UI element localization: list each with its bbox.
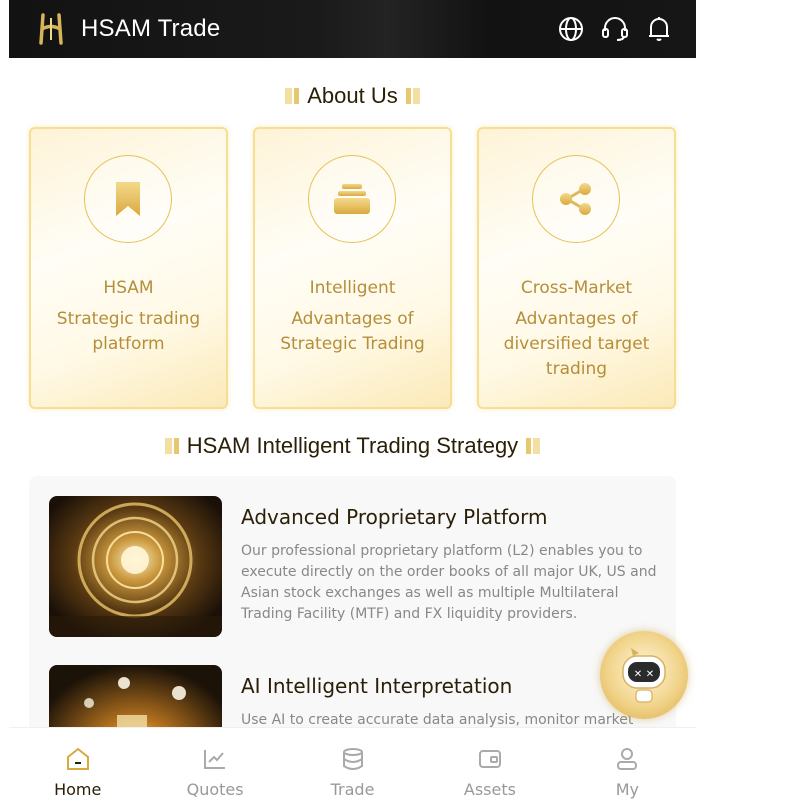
ai-image bbox=[49, 665, 222, 735]
nav-label: Trade bbox=[330, 780, 375, 799]
about-cards: HSAM Strategic trading platform Intellig… bbox=[29, 127, 676, 409]
nav-label: Home bbox=[54, 780, 102, 799]
about-card-cross-market[interactable]: Cross-Market Advantages of diversified t… bbox=[477, 127, 676, 409]
bookmark-icon bbox=[84, 155, 172, 243]
title-deco-left bbox=[285, 88, 300, 104]
home-icon bbox=[65, 746, 91, 772]
about-card-intelligent[interactable]: Intelligent Advantages of Strategic Trad… bbox=[253, 127, 452, 409]
nav-item-my[interactable]: My bbox=[559, 728, 696, 803]
strategy-item-desc: Our professional proprietary platform (L… bbox=[241, 543, 657, 622]
nav-item-home[interactable]: Home bbox=[9, 728, 146, 803]
globe-icon[interactable] bbox=[556, 14, 586, 44]
strategy-title: HSAM Intelligent Trading Strategy bbox=[9, 433, 696, 459]
nav-label: Assets bbox=[463, 780, 516, 799]
nav-item-assets[interactable]: Assets bbox=[421, 728, 558, 803]
logo-icon bbox=[31, 9, 71, 49]
nav-label: My bbox=[615, 780, 639, 799]
title-deco-right bbox=[526, 438, 541, 454]
headset-icon[interactable] bbox=[600, 14, 630, 44]
strategy-panel: Advanced Proprietary Platform Our profes… bbox=[29, 476, 676, 736]
about-card-title: Cross-Market bbox=[520, 278, 633, 298]
ai-assistant-robot-button[interactable]: ✕ ✕ bbox=[600, 631, 688, 719]
bottom-nav: Home Quotes Trade Assets My bbox=[9, 727, 696, 803]
about-card-desc: Advantages of diversified target trading bbox=[503, 309, 650, 379]
brand-title: HSAM Trade bbox=[81, 15, 221, 42]
share-icon bbox=[532, 155, 620, 243]
strategy-item[interactable]: Advanced Proprietary Platform Our profes… bbox=[49, 496, 664, 646]
svg-text:✕: ✕ bbox=[646, 669, 654, 680]
bell-icon[interactable] bbox=[644, 14, 674, 44]
chart-icon bbox=[202, 746, 228, 772]
strategy-item-title: Advanced Proprietary Platform bbox=[241, 505, 548, 529]
about-card-desc: Advantages of Strategic Trading bbox=[280, 309, 425, 354]
strategy-item-title: AI Intelligent Interpretation bbox=[241, 674, 513, 698]
wallet-icon bbox=[477, 746, 503, 772]
about-title: About Us bbox=[9, 83, 696, 109]
nav-label: Quotes bbox=[186, 780, 244, 799]
about-card-desc: Strategic trading platform bbox=[56, 309, 201, 354]
coins-icon bbox=[340, 746, 366, 772]
app-frame: HSAM Trade About Us HSAM Strategic tradi… bbox=[9, 0, 696, 803]
about-card-hsam[interactable]: HSAM Strategic trading platform bbox=[29, 127, 228, 409]
about-card-title: Intelligent bbox=[309, 278, 396, 298]
title-deco-right bbox=[405, 88, 420, 104]
header-actions bbox=[556, 14, 674, 44]
strategy-item[interactable]: AI Intelligent Interpretation Use AI to … bbox=[49, 665, 664, 735]
strategy-title-text: HSAM Intelligent Trading Strategy bbox=[186, 433, 519, 458]
top-header: HSAM Trade bbox=[9, 0, 696, 58]
title-deco-left bbox=[164, 438, 179, 454]
svg-text:✕: ✕ bbox=[634, 669, 642, 680]
nav-item-quotes[interactable]: Quotes bbox=[146, 728, 283, 803]
stack-icon bbox=[308, 155, 396, 243]
nav-item-trade[interactable]: Trade bbox=[284, 728, 421, 803]
user-icon bbox=[614, 746, 640, 772]
platform-image bbox=[49, 496, 222, 637]
about-title-text: About Us bbox=[307, 83, 398, 108]
about-card-title: HSAM bbox=[103, 278, 154, 298]
